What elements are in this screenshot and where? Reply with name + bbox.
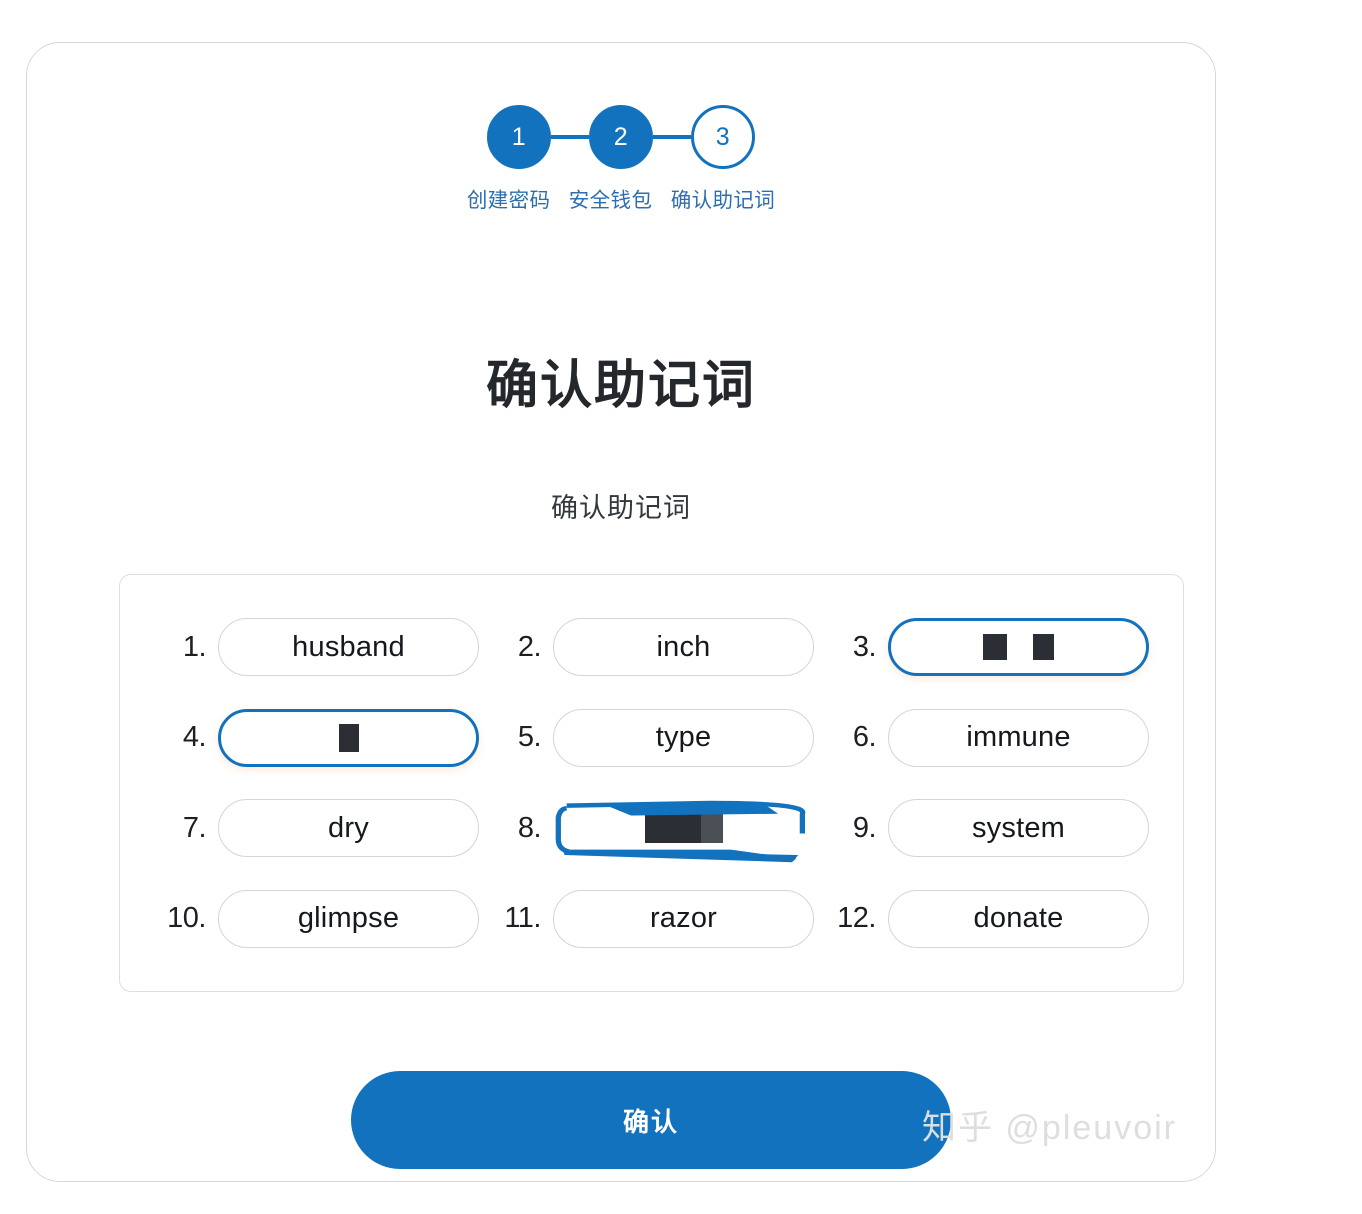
mnemonic-index-5: 5. bbox=[517, 721, 542, 754]
mnemonic-word-11-text: razor bbox=[649, 902, 718, 935]
page-title: 确认助记词 bbox=[485, 357, 756, 415]
stepper-labels: 创建密码 安全钱包 确认助记词 bbox=[464, 185, 778, 216]
mnemonic-word-1-text: husband bbox=[292, 630, 405, 663]
mnemonic-word-5-text: type bbox=[655, 721, 712, 754]
mnemonic-index-8: 8. bbox=[517, 811, 542, 844]
redaction-mask-4 bbox=[338, 723, 359, 752]
mnemonic-grid: 1. husband 2. inch 3. 4. 5. type 6. immu… bbox=[154, 605, 1149, 961]
redaction-block bbox=[983, 634, 1007, 661]
step-3-label: 确认助记词 bbox=[670, 189, 776, 212]
mnemonic-word-1[interactable]: husband bbox=[218, 618, 479, 677]
redaction-mask-3 bbox=[983, 634, 1054, 661]
mnemonic-word-7[interactable]: dry bbox=[218, 799, 479, 858]
mnemonic-index-9: 9. bbox=[852, 811, 877, 844]
step-connector-2-3 bbox=[653, 135, 691, 139]
mnemonic-cell-11: 11. razor bbox=[489, 877, 814, 962]
page-subtitle: 确认助记词 bbox=[551, 493, 691, 523]
stepper-circles: 1 2 3 bbox=[487, 105, 755, 169]
redaction-block bbox=[700, 813, 723, 844]
mnemonic-cell-1: 1. husband bbox=[154, 605, 479, 690]
confirm-button[interactable]: 确认 bbox=[351, 1071, 951, 1169]
mnemonic-index-6: 6. bbox=[852, 721, 877, 754]
redaction-block bbox=[644, 813, 701, 844]
step-1-circle[interactable]: 1 bbox=[487, 105, 551, 169]
mnemonic-index-11: 11. bbox=[504, 902, 541, 935]
mnemonic-word-8[interactable] bbox=[553, 799, 814, 863]
mnemonic-cell-6: 6. immune bbox=[824, 696, 1149, 781]
mnemonic-word-12-text: donate bbox=[973, 902, 1064, 935]
mnemonic-word-9-text: system bbox=[971, 811, 1066, 844]
mnemonic-index-1: 1. bbox=[182, 630, 207, 663]
step-1-label: 创建密码 bbox=[466, 189, 551, 212]
mnemonic-cell-10: 10. glimpse bbox=[154, 877, 479, 962]
mnemonic-cell-5: 5. type bbox=[489, 696, 814, 781]
mnemonic-index-2: 2. bbox=[517, 630, 542, 663]
mnemonic-word-2[interactable]: inch bbox=[553, 618, 814, 677]
mnemonic-cell-3: 3. bbox=[824, 605, 1149, 690]
redaction-block bbox=[338, 723, 359, 752]
mnemonic-index-7: 7. bbox=[182, 811, 207, 844]
mnemonic-word-5[interactable]: type bbox=[553, 708, 814, 767]
mnemonic-cell-7: 7. dry bbox=[154, 786, 479, 871]
mnemonic-index-10: 10. bbox=[167, 902, 206, 935]
mnemonic-word-10-text: glimpse bbox=[297, 902, 400, 935]
mnemonic-word-6-text: immune bbox=[966, 721, 1071, 754]
mnemonic-word-10[interactable]: glimpse bbox=[218, 889, 479, 948]
mnemonic-word-12[interactable]: donate bbox=[888, 889, 1149, 948]
mnemonic-cell-12: 12. donate bbox=[824, 877, 1149, 962]
redaction-block bbox=[1033, 634, 1054, 661]
mnemonic-index-3: 3. bbox=[852, 630, 877, 663]
step-connector-1-2 bbox=[551, 135, 589, 139]
step-3-number: 3 bbox=[715, 122, 731, 151]
mnemonic-panel: 1. husband 2. inch 3. 4. 5. type 6. immu… bbox=[119, 574, 1184, 992]
step-2-label: 安全钱包 bbox=[568, 189, 653, 212]
mnemonic-word-6[interactable]: immune bbox=[888, 708, 1149, 767]
step-2-number: 2 bbox=[613, 122, 629, 151]
step-1-number: 1 bbox=[511, 122, 527, 151]
step-2-circle[interactable]: 2 bbox=[589, 105, 653, 169]
step-label-gap-1 bbox=[557, 189, 563, 212]
step-label-gap-2 bbox=[658, 189, 664, 212]
mnemonic-word-9[interactable]: system bbox=[888, 799, 1149, 858]
mnemonic-cell-4: 4. bbox=[154, 696, 479, 781]
mnemonic-cell-8: 8. bbox=[489, 786, 814, 871]
redaction-mask-8 bbox=[644, 813, 723, 844]
step-3-circle[interactable]: 3 bbox=[691, 105, 755, 169]
onboarding-card: 1 2 3 创建密码 安全钱包 确认助记词 确认助记词 确认助记词 1. hus… bbox=[26, 42, 1216, 1182]
wallet-onboarding-screen: 1 2 3 创建密码 安全钱包 确认助记词 确认助记词 确认助记词 1. hus… bbox=[0, 0, 1362, 1214]
mnemonic-cell-2: 2. inch bbox=[489, 605, 814, 690]
watermark: 知乎 @pleuvoir bbox=[921, 1109, 1177, 1147]
mnemonic-cell-9: 9. system bbox=[824, 786, 1149, 871]
mnemonic-word-4[interactable] bbox=[218, 708, 479, 767]
stepper: 1 2 3 创建密码 安全钱包 确认助记词 bbox=[27, 105, 1215, 216]
mnemonic-index-4: 4. bbox=[182, 721, 207, 754]
mnemonic-word-3[interactable] bbox=[888, 618, 1149, 677]
mnemonic-word-2-text: inch bbox=[656, 630, 711, 663]
mnemonic-index-12: 12. bbox=[837, 902, 876, 935]
mnemonic-word-7-text: dry bbox=[328, 811, 369, 844]
mnemonic-word-11[interactable]: razor bbox=[553, 889, 814, 948]
